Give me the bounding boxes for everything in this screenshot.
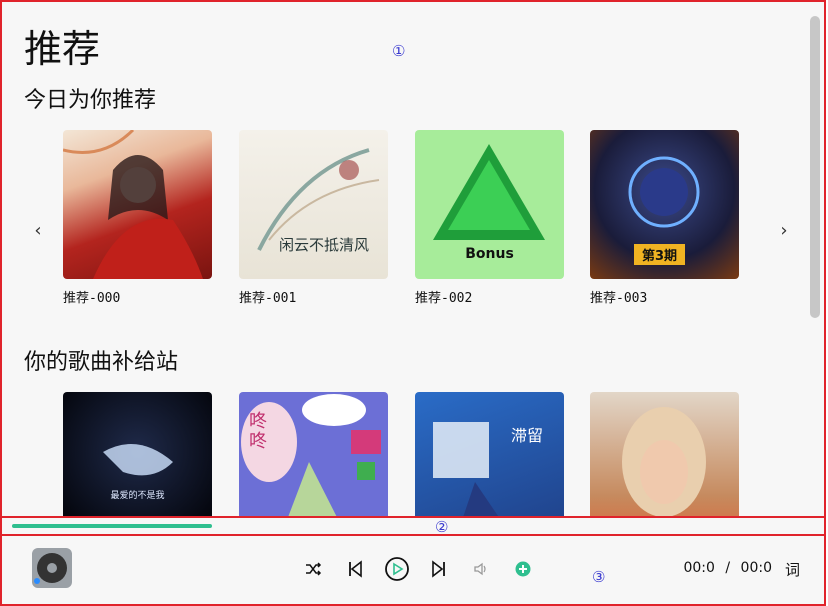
previous-icon[interactable] bbox=[340, 554, 370, 584]
total-time: 00:0 bbox=[740, 560, 772, 576]
chevron-right-icon[interactable]: › bbox=[774, 220, 794, 241]
supply-card-0[interactable]: 最爱的不是我 bbox=[63, 392, 213, 516]
album-cover[interactable]: 咚咚 bbox=[239, 392, 388, 516]
next-icon[interactable] bbox=[424, 554, 454, 584]
chevron-left-icon[interactable]: ‹ bbox=[28, 220, 48, 241]
cover-title: 最爱的不是我 bbox=[110, 491, 165, 501]
page-title: 推荐 bbox=[24, 27, 101, 71]
album-cover[interactable]: 第3期 bbox=[590, 130, 739, 279]
section-title-supply: 你的歌曲补给站 bbox=[24, 350, 179, 375]
cover-title: 第3期 bbox=[634, 244, 686, 265]
region-marker-1: ① bbox=[392, 42, 406, 60]
album-cover[interactable]: Bonus bbox=[415, 130, 564, 279]
cover-title: 闲云不抵清风 bbox=[279, 236, 370, 254]
recommend-card-000[interactable]: 推荐-000 bbox=[63, 130, 213, 306]
card-label: 推荐-000 bbox=[63, 291, 121, 306]
album-cover[interactable] bbox=[63, 130, 212, 279]
supply-card-2[interactable]: 滞留 bbox=[415, 392, 565, 516]
shuffle-icon[interactable] bbox=[298, 554, 328, 584]
card-label: 推荐-003 bbox=[590, 291, 648, 306]
lyrics-button[interactable]: 词 bbox=[785, 559, 800, 580]
add-icon[interactable] bbox=[508, 554, 538, 584]
playback-controls bbox=[298, 554, 550, 584]
progress-region: ② bbox=[0, 516, 826, 536]
time-display: 00:0 / 00:0 bbox=[683, 560, 772, 576]
card-label: 推荐-002 bbox=[415, 291, 473, 306]
recommend-panel: ① 推荐 今日为你推荐 ‹ › 推荐-000 闲云不抵清风 推荐-001 Bon… bbox=[0, 0, 826, 518]
current-time: 00:0 bbox=[683, 560, 715, 576]
cover-title: 咚咚 bbox=[249, 411, 267, 452]
album-cover[interactable]: 滞留 bbox=[415, 392, 564, 516]
play-icon[interactable] bbox=[382, 554, 412, 584]
time-separator: / bbox=[725, 560, 731, 576]
recommend-card-003[interactable]: 第3期 推荐-003 bbox=[590, 130, 740, 306]
supply-card-3[interactable] bbox=[590, 392, 740, 516]
album-disc-icon[interactable] bbox=[32, 548, 72, 588]
card-label: 推荐-001 bbox=[239, 291, 297, 306]
album-cover[interactable]: 闲云不抵清风 bbox=[239, 130, 388, 279]
region-marker-3: ③ bbox=[592, 568, 606, 586]
progress-bar[interactable] bbox=[12, 524, 812, 528]
volume-icon[interactable] bbox=[466, 554, 496, 584]
album-cover[interactable] bbox=[590, 392, 739, 516]
vertical-scrollbar[interactable] bbox=[810, 16, 820, 318]
recommend-card-001[interactable]: 闲云不抵清风 推荐-001 bbox=[239, 130, 389, 306]
cover-title: 滞留 bbox=[511, 426, 544, 445]
player-bar: ③ 00:0 / 00:0 词 bbox=[0, 534, 826, 606]
album-cover[interactable]: 最爱的不是我 bbox=[63, 392, 212, 516]
supply-card-1[interactable]: 咚咚 bbox=[239, 392, 389, 516]
recommend-card-002[interactable]: Bonus 推荐-002 bbox=[415, 130, 565, 306]
progress-fill bbox=[12, 524, 212, 528]
cover-title: Bonus bbox=[465, 246, 514, 262]
section-title-daily: 今日为你推荐 bbox=[24, 88, 157, 113]
